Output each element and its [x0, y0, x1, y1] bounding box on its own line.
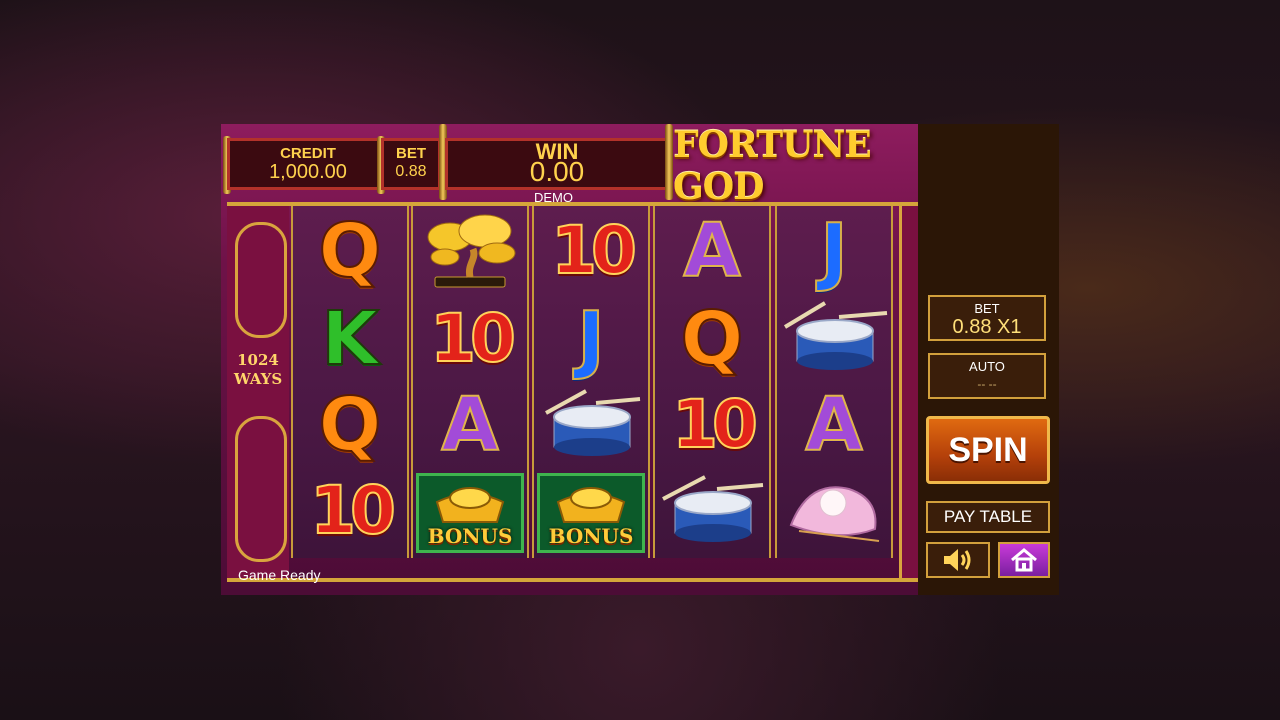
spin-button[interactable]: SPIN [926, 416, 1050, 484]
credit-label: CREDIT [280, 145, 336, 162]
status-message: Game Ready [238, 567, 321, 583]
bet-selector[interactable]: BET 0.88 X1 [928, 295, 1046, 341]
home-button[interactable] [998, 542, 1050, 578]
bet-selector-value: 0.88 X1 [952, 316, 1022, 338]
auto-label: AUTO [969, 359, 1005, 374]
control-sidebar: BET 0.88 X1 AUTO -- -- SPIN PAY TABLE [918, 124, 1059, 595]
bet-selector-label: BET [974, 301, 1000, 316]
credit-value: 1,000.00 [269, 161, 347, 183]
auto-value: -- -- [977, 377, 997, 391]
auto-spin-button[interactable]: AUTO -- -- [928, 353, 1046, 399]
decor-pole [665, 124, 673, 200]
game-window: CREDIT 1,000.00 BET 0.88 WIN 0.00 FORTUN… [221, 124, 1059, 595]
bet-value: 0.88 [395, 163, 427, 180]
bet-panel: BET 0.88 [381, 138, 441, 190]
sound-button[interactable] [926, 542, 990, 578]
home-icon [1011, 548, 1037, 572]
game-logo: FORTUNE GOD [673, 124, 872, 208]
speaker-icon [944, 549, 971, 571]
bet-label: BET [396, 145, 426, 162]
reels-frame [227, 202, 924, 582]
credit-panel: CREDIT 1,000.00 [227, 138, 389, 190]
pay-table-button[interactable]: PAY TABLE [926, 501, 1050, 533]
top-info-bar: CREDIT 1,000.00 BET 0.88 WIN 0.00 [221, 124, 676, 202]
win-panel: WIN 0.00 [445, 138, 669, 190]
win-value: 0.00 [529, 156, 585, 187]
game-stage: CREDIT 1,000.00 BET 0.88 WIN 0.00 FORTUN… [221, 124, 924, 595]
